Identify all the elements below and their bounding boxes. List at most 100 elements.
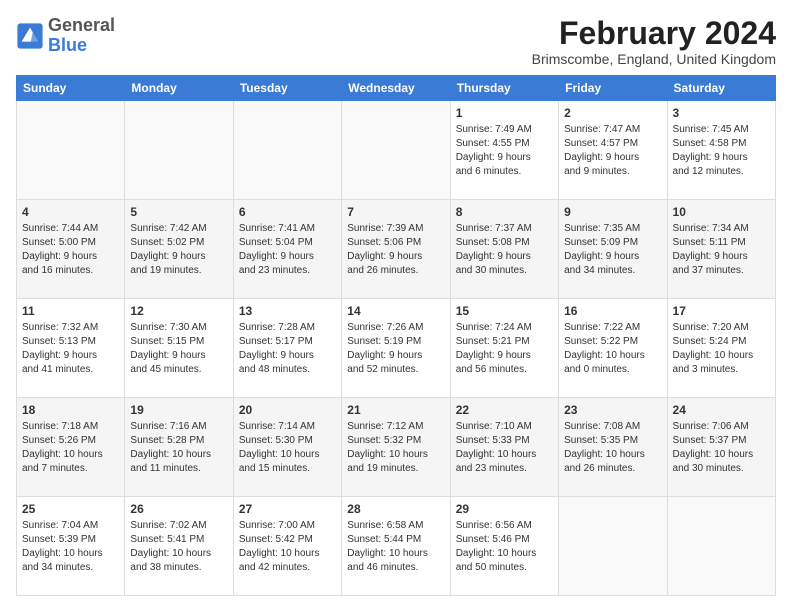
day-info: Sunrise: 7:47 AM Sunset: 4:57 PM Dayligh… (564, 123, 661, 179)
page: General Blue February 2024 Brimscombe, E… (0, 0, 792, 612)
cell-w4-d4: 21 Sunrise: 7:12 AM Sunset: 5:32 PM Dayli… (342, 398, 450, 497)
cell-w3-d1: 11 Sunrise: 7:32 AM Sunset: 5:13 PM Dayli… (17, 299, 125, 398)
calendar: Sunday Monday Tuesday Wednesday Thursday… (16, 75, 776, 596)
week-row-2: 4Sunrise: 7:44 AM Sunset: 5:00 PM Daylig… (17, 200, 776, 299)
header: General Blue February 2024 Brimscombe, E… (16, 16, 776, 67)
day-info: Sunrise: 7:42 AM Sunset: 5:02 PM Dayligh… (130, 222, 227, 278)
week-row-5: 25Sunrise: 7:04 AM Sunset: 5:39 PM Dayli… (17, 497, 776, 596)
day-number: 29 (456, 501, 553, 517)
day-number: 12 (130, 303, 227, 319)
cell-w2-d3: 6 Sunrise: 7:41 AM Sunset: 5:04 PM Daylig… (233, 200, 341, 299)
cell-w2-d6: 9Sunrise: 7:35 AM Sunset: 5:09 PM Daylig… (559, 200, 667, 299)
week-row-4: 18 Sunrise: 7:18 AM Sunset: 5:26 PM Dayli… (17, 398, 776, 497)
location: Brimscombe, England, United Kingdom (532, 51, 776, 67)
cell-w5-d5: 29 Sunrise: 6:56 AM Sunset: 5:46 PM Dayli… (450, 497, 558, 596)
day-number: 6 (239, 204, 336, 220)
day-number: 7 (347, 204, 444, 220)
header-wednesday: Wednesday (342, 76, 450, 101)
logo-general: General (48, 15, 115, 35)
day-number: 1 (456, 105, 553, 121)
day-number: 11 (22, 303, 119, 319)
title-block: February 2024 Brimscombe, England, Unite… (532, 16, 776, 67)
day-info: Sunrise: 7:02 AM Sunset: 5:41 PM Dayligh… (130, 519, 227, 575)
day-info: Sunrise: 7:20 AM Sunset: 5:24 PM Dayligh… (673, 321, 770, 377)
day-info: Sunrise: 7:10 AM Sunset: 5:33 PM Dayligh… (456, 420, 553, 476)
day-info: Sunrise: 7:30 AM Sunset: 5:15 PM Dayligh… (130, 321, 227, 377)
logo-blue: Blue (48, 35, 87, 55)
cell-w5-d3: 27 Sunrise: 7:00 AM Sunset: 5:42 PM Dayli… (233, 497, 341, 596)
cell-w1-d1 (17, 101, 125, 200)
day-info: Sunrise: 7:12 AM Sunset: 5:32 PM Dayligh… (347, 420, 444, 476)
day-info: Sunrise: 7:26 AM Sunset: 5:19 PM Dayligh… (347, 321, 444, 377)
day-info: Sunrise: 7:37 AM Sunset: 5:08 PM Dayligh… (456, 222, 553, 278)
header-sunday: Sunday (17, 76, 125, 101)
day-number: 18 (22, 402, 119, 418)
cell-w1-d4 (342, 101, 450, 200)
cell-w1-d7: 3Sunrise: 7:45 AM Sunset: 4:58 PM Daylig… (667, 101, 775, 200)
day-number: 2 (564, 105, 661, 121)
week-row-1: 1 Sunrise: 7:49 AM Sunset: 4:55 PM Daylig… (17, 101, 776, 200)
day-info: Sunrise: 6:56 AM Sunset: 5:46 PM Dayligh… (456, 519, 553, 575)
cell-w4-d3: 20Sunrise: 7:14 AM Sunset: 5:30 PM Dayli… (233, 398, 341, 497)
day-info: Sunrise: 7:41 AM Sunset: 5:04 PM Dayligh… (239, 222, 336, 278)
day-info: Sunrise: 7:18 AM Sunset: 5:26 PM Dayligh… (22, 420, 119, 476)
cell-w5-d2: 26Sunrise: 7:02 AM Sunset: 5:41 PM Dayli… (125, 497, 233, 596)
header-tuesday: Tuesday (233, 76, 341, 101)
logo-text: General Blue (48, 16, 115, 56)
day-number: 21 (347, 402, 444, 418)
day-number: 20 (239, 402, 336, 418)
day-number: 14 (347, 303, 444, 319)
cell-w2-d4: 7 Sunrise: 7:39 AM Sunset: 5:06 PM Daylig… (342, 200, 450, 299)
day-number: 25 (22, 501, 119, 517)
day-info: Sunrise: 7:28 AM Sunset: 5:17 PM Dayligh… (239, 321, 336, 377)
day-number: 22 (456, 402, 553, 418)
cell-w5-d6 (559, 497, 667, 596)
cell-w4-d1: 18 Sunrise: 7:18 AM Sunset: 5:26 PM Dayli… (17, 398, 125, 497)
day-info: Sunrise: 7:16 AM Sunset: 5:28 PM Dayligh… (130, 420, 227, 476)
cell-w5-d4: 28Sunrise: 6:58 AM Sunset: 5:44 PM Dayli… (342, 497, 450, 596)
day-number: 27 (239, 501, 336, 517)
day-info: Sunrise: 7:44 AM Sunset: 5:00 PM Dayligh… (22, 222, 119, 278)
header-friday: Friday (559, 76, 667, 101)
week-row-3: 11 Sunrise: 7:32 AM Sunset: 5:13 PM Dayli… (17, 299, 776, 398)
day-info: Sunrise: 7:08 AM Sunset: 5:35 PM Dayligh… (564, 420, 661, 476)
day-number: 16 (564, 303, 661, 319)
day-number: 10 (673, 204, 770, 220)
cell-w2-d1: 4Sunrise: 7:44 AM Sunset: 5:00 PM Daylig… (17, 200, 125, 299)
day-number: 23 (564, 402, 661, 418)
cell-w1-d2 (125, 101, 233, 200)
day-number: 19 (130, 402, 227, 418)
cell-w4-d7: 24Sunrise: 7:06 AM Sunset: 5:37 PM Dayli… (667, 398, 775, 497)
cell-w3-d6: 16 Sunrise: 7:22 AM Sunset: 5:22 PM Dayli… (559, 299, 667, 398)
day-info: Sunrise: 7:24 AM Sunset: 5:21 PM Dayligh… (456, 321, 553, 377)
day-info: Sunrise: 7:34 AM Sunset: 5:11 PM Dayligh… (673, 222, 770, 278)
cell-w1-d3 (233, 101, 341, 200)
day-info: Sunrise: 7:49 AM Sunset: 4:55 PM Dayligh… (456, 123, 553, 179)
cell-w4-d5: 22 Sunrise: 7:10 AM Sunset: 5:33 PM Dayli… (450, 398, 558, 497)
cell-w2-d5: 8Sunrise: 7:37 AM Sunset: 5:08 PM Daylig… (450, 200, 558, 299)
header-saturday: Saturday (667, 76, 775, 101)
day-number: 13 (239, 303, 336, 319)
day-info: Sunrise: 7:39 AM Sunset: 5:06 PM Dayligh… (347, 222, 444, 278)
cell-w2-d2: 5 Sunrise: 7:42 AM Sunset: 5:02 PM Daylig… (125, 200, 233, 299)
cell-w5-d7 (667, 497, 775, 596)
cell-w3-d5: 15Sunrise: 7:24 AM Sunset: 5:21 PM Dayli… (450, 299, 558, 398)
cell-w1-d5: 1 Sunrise: 7:49 AM Sunset: 4:55 PM Daylig… (450, 101, 558, 200)
day-number: 5 (130, 204, 227, 220)
day-info: Sunrise: 7:06 AM Sunset: 5:37 PM Dayligh… (673, 420, 770, 476)
day-info: Sunrise: 7:00 AM Sunset: 5:42 PM Dayligh… (239, 519, 336, 575)
cell-w2-d7: 10 Sunrise: 7:34 AM Sunset: 5:11 PM Dayli… (667, 200, 775, 299)
cell-w3-d4: 14 Sunrise: 7:26 AM Sunset: 5:19 PM Dayli… (342, 299, 450, 398)
day-info: Sunrise: 7:32 AM Sunset: 5:13 PM Dayligh… (22, 321, 119, 377)
cell-w4-d2: 19 Sunrise: 7:16 AM Sunset: 5:28 PM Dayli… (125, 398, 233, 497)
month-year: February 2024 (532, 16, 776, 51)
cell-w3-d3: 13 Sunrise: 7:28 AM Sunset: 5:17 PM Dayli… (233, 299, 341, 398)
day-info: Sunrise: 7:35 AM Sunset: 5:09 PM Dayligh… (564, 222, 661, 278)
day-info: Sunrise: 7:22 AM Sunset: 5:22 PM Dayligh… (564, 321, 661, 377)
day-info: Sunrise: 7:45 AM Sunset: 4:58 PM Dayligh… (673, 123, 770, 179)
cell-w5-d1: 25Sunrise: 7:04 AM Sunset: 5:39 PM Dayli… (17, 497, 125, 596)
cell-w3-d7: 17Sunrise: 7:20 AM Sunset: 5:24 PM Dayli… (667, 299, 775, 398)
cell-w1-d6: 2 Sunrise: 7:47 AM Sunset: 4:57 PM Daylig… (559, 101, 667, 200)
logo-icon (16, 22, 44, 50)
day-info: Sunrise: 6:58 AM Sunset: 5:44 PM Dayligh… (347, 519, 444, 575)
